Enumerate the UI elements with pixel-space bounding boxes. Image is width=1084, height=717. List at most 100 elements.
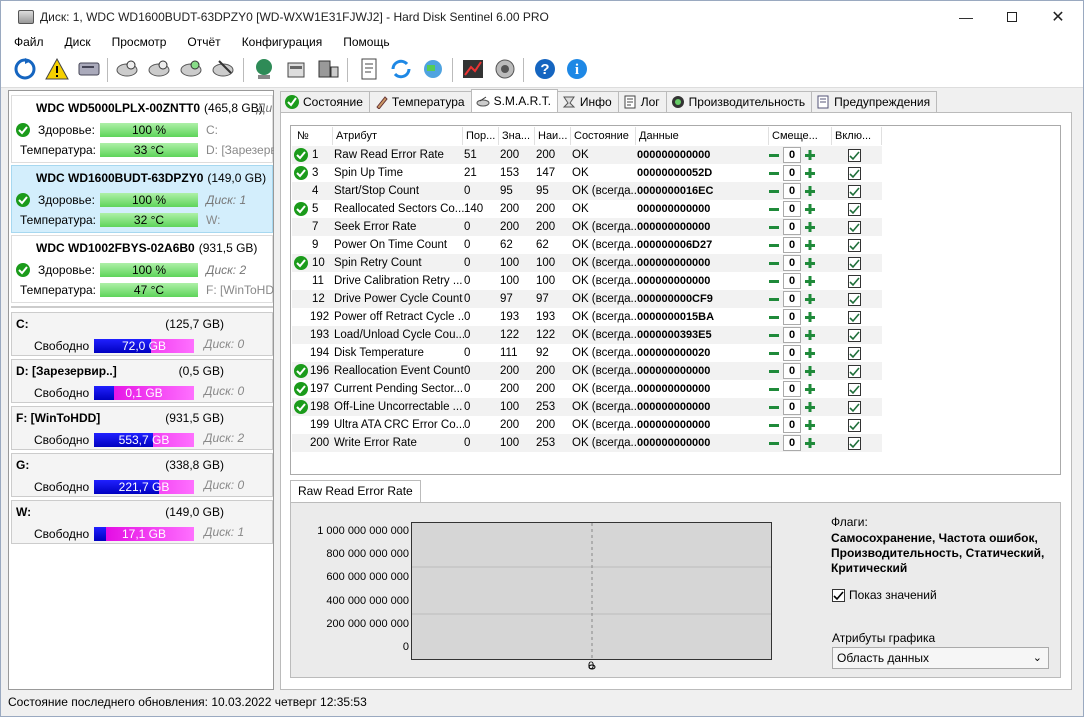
computer-icon[interactable] — [315, 56, 341, 82]
minus-icon[interactable] — [766, 147, 782, 163]
offset-stepper[interactable]: 0 — [766, 381, 818, 397]
offset-stepper[interactable]: 0 — [766, 309, 818, 325]
enabled-checkbox[interactable] — [848, 149, 861, 162]
minus-icon[interactable] — [766, 273, 782, 289]
web-report-icon[interactable] — [420, 56, 446, 82]
show-values-option[interactable]: Показ значений — [832, 587, 937, 602]
warning-icon[interactable] — [44, 56, 70, 82]
offset-stepper[interactable]: 0 — [766, 345, 818, 361]
enabled-checkbox[interactable] — [848, 167, 861, 180]
plus-icon[interactable] — [802, 399, 818, 415]
plus-icon[interactable] — [802, 165, 818, 181]
offset-stepper[interactable]: 0 — [766, 291, 818, 307]
tab-alerts[interactable]: Предупреждения — [811, 91, 938, 112]
volume-item[interactable]: C: (125,7 GB) Свободно 72,0 GB Диск: 0 — [11, 312, 273, 356]
enabled-checkbox[interactable] — [848, 221, 861, 234]
minus-icon[interactable] — [766, 255, 782, 271]
maximize-button[interactable] — [989, 1, 1035, 32]
minus-icon[interactable] — [766, 291, 782, 307]
info-icon[interactable]: i — [564, 56, 590, 82]
menu-report[interactable]: Отчёт — [181, 35, 227, 49]
plus-icon[interactable] — [802, 255, 818, 271]
enabled-checkbox[interactable] — [848, 185, 861, 198]
menu-file[interactable]: Файл — [8, 35, 51, 49]
enabled-checkbox[interactable] — [848, 329, 861, 342]
offset-stepper[interactable]: 0 — [766, 435, 818, 451]
minimize-button[interactable]: — — [943, 1, 989, 32]
column-header[interactable]: № — [294, 127, 333, 145]
volume-item[interactable]: G: (338,8 GB) Свободно 221,7 GB Диск: 0 — [11, 453, 273, 497]
plus-icon[interactable] — [802, 435, 818, 451]
offset-stepper[interactable]: 0 — [766, 273, 818, 289]
enabled-checkbox[interactable] — [848, 275, 861, 288]
minus-icon[interactable] — [766, 201, 782, 217]
enabled-checkbox[interactable] — [848, 437, 861, 450]
plus-icon[interactable] — [802, 345, 818, 361]
offset-stepper[interactable]: 0 — [766, 183, 818, 199]
offset-stepper[interactable]: 0 — [766, 219, 818, 235]
enabled-checkbox[interactable] — [848, 401, 861, 414]
minus-icon[interactable] — [766, 237, 782, 253]
volume-item[interactable]: F: [WinToHDD] (931,5 GB) Свободно 553,7 GB Д… — [11, 406, 273, 450]
tab-info[interactable]: Инфо — [556, 91, 619, 112]
minus-icon[interactable] — [766, 381, 782, 397]
report-icon[interactable] — [356, 56, 382, 82]
offset-stepper[interactable]: 0 — [766, 147, 818, 163]
offset-stepper[interactable]: 0 — [766, 201, 818, 217]
plus-icon[interactable] — [802, 363, 818, 379]
menu-config[interactable]: Конфигурация — [236, 35, 330, 49]
tab-performance[interactable]: Производительность — [665, 91, 813, 112]
plus-icon[interactable] — [802, 381, 818, 397]
tab-status[interactable]: Состояние — [280, 91, 370, 112]
enabled-checkbox[interactable] — [848, 347, 861, 360]
menu-disk[interactable]: Диск — [59, 35, 98, 49]
send-report-icon[interactable] — [388, 56, 414, 82]
menu-help[interactable]: Помощь — [337, 35, 396, 49]
column-header[interactable]: Смеще... — [769, 127, 832, 145]
tab-temperature[interactable]: Температура — [368, 91, 472, 112]
volume-item[interactable]: W: (149,0 GB) Свободно 17,1 GB Диск: 1 — [11, 500, 273, 544]
minus-icon[interactable] — [766, 435, 782, 451]
plus-icon[interactable] — [802, 183, 818, 199]
minus-icon[interactable] — [766, 363, 782, 379]
server-icon[interactable] — [283, 56, 309, 82]
offset-stepper[interactable]: 0 — [766, 363, 818, 379]
minus-icon[interactable] — [766, 183, 782, 199]
minus-icon[interactable] — [766, 327, 782, 343]
enabled-checkbox[interactable] — [848, 293, 861, 306]
sound-icon[interactable] — [492, 56, 518, 82]
refresh-icon[interactable] — [12, 56, 38, 82]
disk-tools-icon[interactable] — [210, 56, 236, 82]
chart-tab[interactable]: Raw Read Error Rate — [290, 480, 421, 502]
minus-icon[interactable] — [766, 417, 782, 433]
menu-view[interactable]: Просмотр — [106, 35, 174, 49]
performance-icon[interactable] — [460, 56, 486, 82]
title-bar[interactable]: Диск: 1, WDC WD1600BUDT-63DPZY0 [WD-WXW1… — [1, 1, 1083, 32]
surface-test-icon[interactable] — [146, 56, 172, 82]
network-icon[interactable] — [251, 56, 277, 82]
enabled-checkbox[interactable] — [848, 257, 861, 270]
close-button[interactable]: ✕ — [1035, 1, 1081, 32]
offset-stepper[interactable]: 0 — [766, 399, 818, 415]
column-header[interactable]: Зна... — [499, 127, 535, 145]
plus-icon[interactable] — [802, 273, 818, 289]
disk-check-icon[interactable] — [178, 56, 204, 82]
enabled-checkbox[interactable] — [848, 203, 861, 216]
minus-icon[interactable] — [766, 309, 782, 325]
disk-item[interactable]: WDC WD1600BUDT-63DPZY0 (149,0 GB) Здоровье… — [11, 165, 273, 233]
test-disk-icon[interactable] — [114, 56, 140, 82]
tab-log[interactable]: Лог — [617, 91, 667, 112]
column-header[interactable]: Наи... — [535, 127, 571, 145]
plus-icon[interactable] — [802, 219, 818, 235]
plus-icon[interactable] — [802, 237, 818, 253]
plus-icon[interactable] — [802, 327, 818, 343]
minus-icon[interactable] — [766, 345, 782, 361]
help-icon[interactable]: ? — [532, 56, 558, 82]
volume-item[interactable]: D: [Зарезервир..] (0,5 GB) Свободно 0,1 GB Д… — [11, 359, 273, 403]
enabled-checkbox[interactable] — [848, 365, 861, 378]
plus-icon[interactable] — [802, 201, 818, 217]
minus-icon[interactable] — [766, 165, 782, 181]
plus-icon[interactable] — [802, 147, 818, 163]
disk-info-icon[interactable] — [76, 56, 102, 82]
show-values-checkbox[interactable] — [832, 589, 845, 602]
